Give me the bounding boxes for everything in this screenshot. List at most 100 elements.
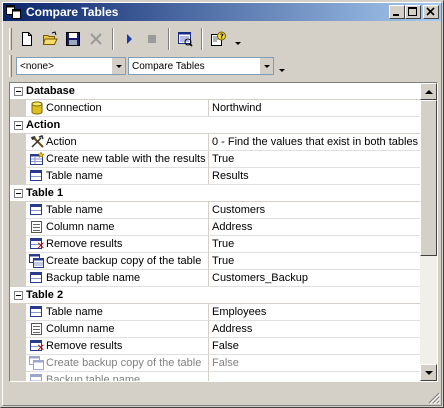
property-name: Remove results [46, 238, 123, 250]
resize-grip[interactable] [428, 392, 441, 405]
property-value[interactable]: False [209, 338, 422, 355]
operation-combo[interactable]: Compare Tables [128, 57, 274, 75]
property-value[interactable]: Address [209, 321, 422, 338]
category-table-2[interactable]: Table 2 [10, 287, 422, 304]
new-table-icon [29, 151, 45, 166]
title-bar[interactable]: Compare Tables [3, 3, 441, 21]
collapse-toggle[interactable] [10, 185, 26, 202]
property-row[interactable]: Table name Employees [10, 304, 422, 321]
window-controls [389, 5, 439, 19]
property-row[interactable]: Create backup copy of the table True [10, 253, 422, 270]
property-name: Remove results [46, 340, 123, 352]
minus-icon[interactable] [13, 87, 23, 96]
property-value[interactable]: Customers_Backup [209, 270, 422, 287]
close-button[interactable] [423, 5, 439, 19]
property-value[interactable]: True [209, 236, 422, 253]
table-icon [29, 305, 45, 319]
category-action[interactable]: Action [10, 117, 422, 134]
table-icon [29, 373, 45, 381]
collapse-toggle[interactable] [10, 117, 26, 134]
property-name: Column name [46, 221, 115, 233]
collapse-toggle[interactable] [10, 83, 26, 100]
property-value: False [209, 355, 422, 372]
property-name: Create backup copy of the table [46, 255, 202, 267]
help-dropdown-arrow[interactable] [233, 30, 243, 48]
property-value[interactable]: True [209, 151, 422, 168]
save-icon[interactable] [62, 28, 84, 50]
property-name: Action [46, 136, 77, 148]
category-label: Database [26, 85, 75, 97]
property-row[interactable]: Action 0 - Find the values that exist in… [10, 134, 422, 151]
property-row[interactable]: Connection Northwind [10, 100, 422, 117]
minus-icon[interactable] [13, 189, 23, 198]
property-row[interactable]: Column name Address [10, 321, 422, 338]
delete-icon[interactable] [85, 28, 107, 50]
database-icon [29, 101, 45, 115]
run-icon[interactable] [118, 28, 140, 50]
property-row[interactable]: Backup table name Customers_Backup [10, 270, 422, 287]
property-value[interactable]: Employees [209, 304, 422, 321]
toolbar-separator [168, 28, 170, 50]
maximize-button[interactable] [405, 5, 421, 19]
scroll-down-button[interactable] [420, 364, 437, 381]
open-icon[interactable] [39, 28, 61, 50]
property-name: Table name [46, 170, 103, 182]
property-row[interactable]: Table name Results [10, 168, 422, 185]
scroll-up-button[interactable] [420, 83, 437, 100]
property-name: Backup table name [46, 272, 141, 284]
category-database[interactable]: Database [10, 83, 422, 100]
new-icon[interactable] [16, 28, 38, 50]
property-row-disabled: Backup table name [10, 372, 422, 382]
property-row[interactable]: Create new table with the results True [10, 151, 422, 168]
property-value[interactable]: Address [209, 219, 422, 236]
property-value[interactable]: 0 - Find the values that exist in both t… [209, 134, 422, 151]
collapse-toggle[interactable] [10, 287, 26, 304]
minus-icon[interactable] [13, 121, 23, 130]
category-table-1[interactable]: Table 1 [10, 185, 422, 202]
chevron-down-icon[interactable] [259, 58, 273, 74]
toolbar-separator [112, 28, 114, 50]
help-icon[interactable]: ? [207, 28, 229, 50]
property-row[interactable]: Table name Customers [10, 202, 422, 219]
toolbar-separator [201, 28, 203, 50]
column-icon [29, 322, 45, 336]
connection-combo[interactable]: <none> [16, 57, 126, 75]
remove-results-icon: ✕ [29, 237, 45, 252]
svg-text:?: ? [220, 33, 224, 41]
column-icon [29, 220, 45, 234]
toolbar-options-arrow[interactable] [277, 57, 287, 75]
stop-icon[interactable] [141, 28, 163, 50]
backup-copy-icon [29, 254, 45, 268]
property-value [209, 372, 422, 381]
table-icon [29, 169, 45, 183]
property-name: Create new table with the results [46, 153, 206, 165]
backup-copy-icon [29, 356, 45, 370]
property-name: Backup table name [46, 374, 141, 382]
preview-icon[interactable] [174, 28, 196, 50]
remove-results-icon: ✕ [29, 339, 45, 354]
property-value[interactable]: Results [209, 168, 422, 185]
property-value[interactable]: Northwind [209, 100, 422, 117]
property-row[interactable]: ✕ Remove results False [10, 338, 422, 355]
scroll-thumb[interactable] [420, 100, 437, 256]
operation-combo-value: Compare Tables [132, 60, 205, 72]
property-value[interactable]: Customers [209, 202, 422, 219]
compare-tables-window: Compare Tables ? <none> Compare Tables D… [0, 0, 444, 408]
table-icon [29, 271, 45, 285]
minus-icon[interactable] [13, 291, 23, 300]
window-title: Compare Tables [26, 5, 119, 19]
property-row[interactable]: Column name Address [10, 219, 422, 236]
toolbar-grip[interactable] [9, 28, 12, 50]
property-value[interactable]: True [209, 253, 422, 270]
property-name: Create backup copy of the table [46, 357, 202, 369]
property-name: Table name [46, 204, 103, 216]
property-row[interactable]: ✕ Remove results True [10, 236, 422, 253]
vertical-scrollbar[interactable] [420, 83, 437, 381]
toolbar-grip[interactable] [9, 55, 12, 77]
category-label: Action [26, 119, 61, 131]
minimize-button[interactable] [389, 5, 405, 19]
property-grid: Database Connection Northwind Action Act… [9, 82, 438, 382]
property-name: Column name [46, 323, 115, 335]
status-bar [9, 385, 437, 401]
chevron-down-icon[interactable] [111, 58, 125, 74]
